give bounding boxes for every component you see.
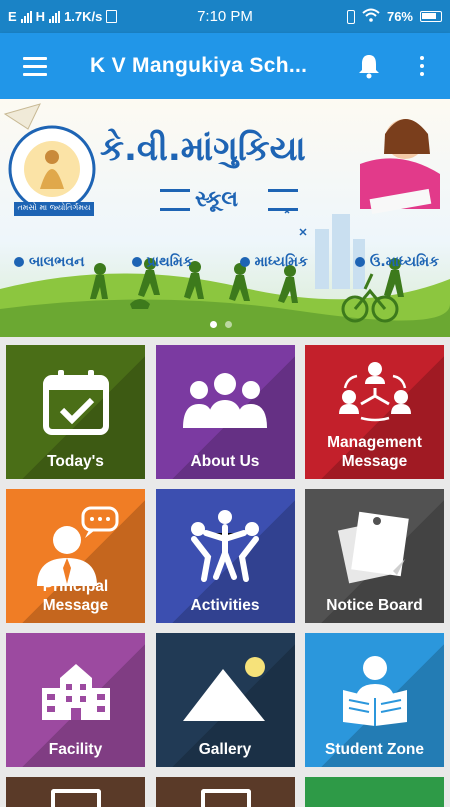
tile-label: Activities xyxy=(190,597,260,614)
tile-label: Principal Message xyxy=(42,578,109,614)
tile-label: Notice Board xyxy=(326,597,423,614)
student-reading-icon xyxy=(335,651,415,729)
notification-bell-icon[interactable] xyxy=(354,51,384,81)
data-speed: 1.7K/s xyxy=(64,9,103,24)
tile-partial-1[interactable] xyxy=(6,777,145,807)
decor-right xyxy=(268,189,298,211)
tile-notice-board[interactable]: Notice Board xyxy=(305,489,444,623)
building-icon xyxy=(38,651,114,729)
tile-about-us[interactable]: About Us xyxy=(155,345,295,479)
school-name-gujarati: કે.વી.માંગુકિયા xyxy=(100,129,306,169)
signal-icon-2 xyxy=(49,10,61,23)
tile-activities[interactable]: Activities xyxy=(155,489,295,623)
tile-management-message[interactable]: Management Message xyxy=(305,345,444,479)
app-bar: K V Mangukiya Sch... xyxy=(0,33,450,99)
tile-partial-3[interactable] xyxy=(305,777,444,807)
calendar-check-icon xyxy=(40,363,112,441)
tile-principal-message[interactable]: Principal Message xyxy=(6,489,145,623)
level-uchcha-madhyamik: ઉ.માધ્યમિક xyxy=(355,254,439,270)
tile-label: Management Message xyxy=(327,434,422,470)
emblem-motto: તમસો મા જ્યોતિર્ગમય xyxy=(17,203,91,212)
hamburger-menu-icon[interactable] xyxy=(0,33,70,99)
tile-todays[interactable]: Today's xyxy=(6,345,145,479)
level-balbhavan: બાલભવન xyxy=(14,254,85,270)
management-network-icon xyxy=(335,357,415,425)
tile-student-zone[interactable]: Student Zone xyxy=(305,633,444,767)
person-speech-icon xyxy=(31,506,121,586)
tile-label: Facility xyxy=(48,741,103,758)
overflow-menu-icon[interactable] xyxy=(410,51,434,81)
carousel-dot xyxy=(225,321,232,328)
network-h-icon: H xyxy=(35,9,46,24)
level-prathmik: પ્રાથમિક xyxy=(132,254,193,270)
document-icon xyxy=(200,789,251,807)
wifi-icon xyxy=(362,8,380,25)
document-icon xyxy=(51,789,101,807)
mountain-sun-icon xyxy=(177,651,273,729)
school-banner[interactable]: કે.વી.માંગુકિયા સ્કૂલ તમસો મા જ્યોતિર્ગમ… xyxy=(0,99,450,337)
group-people-icon xyxy=(179,363,271,441)
vibrate-icon xyxy=(346,9,355,24)
battery-icon xyxy=(420,11,442,22)
status-bar: E H 1.7K/s 7:10 PM 76% xyxy=(0,0,450,33)
tile-label: About Us xyxy=(190,453,260,470)
activities-people-icon xyxy=(184,507,266,585)
notice-paper-icon xyxy=(335,507,415,585)
tile-gallery[interactable]: Gallery xyxy=(155,633,295,767)
carousel-dot xyxy=(210,321,217,328)
tile-label: Gallery xyxy=(198,741,252,758)
menu-grid: Today's About Us Management Message Prin… xyxy=(6,345,444,807)
network-e-icon: E xyxy=(8,9,17,24)
tile-facility[interactable]: Facility xyxy=(6,633,145,767)
decor-left xyxy=(160,189,190,211)
school-levels: બાલભવન પ્રાથમિક માધ્યમિક ઉ.માધ્યમિક xyxy=(14,254,439,270)
level-madhyamik: માધ્યમિક xyxy=(240,254,308,270)
page-title: K V Mangukiya Sch... xyxy=(90,54,308,77)
signal-icon xyxy=(20,10,32,23)
sd-card-icon xyxy=(106,10,118,23)
carousel-indicator xyxy=(210,321,232,328)
tile-label: Student Zone xyxy=(324,741,425,758)
school-sub-gujarati: સ્કૂલ xyxy=(195,187,239,212)
tile-partial-2[interactable] xyxy=(155,777,295,807)
battery-percent: 76% xyxy=(386,9,413,24)
tile-label: Today's xyxy=(47,453,104,470)
